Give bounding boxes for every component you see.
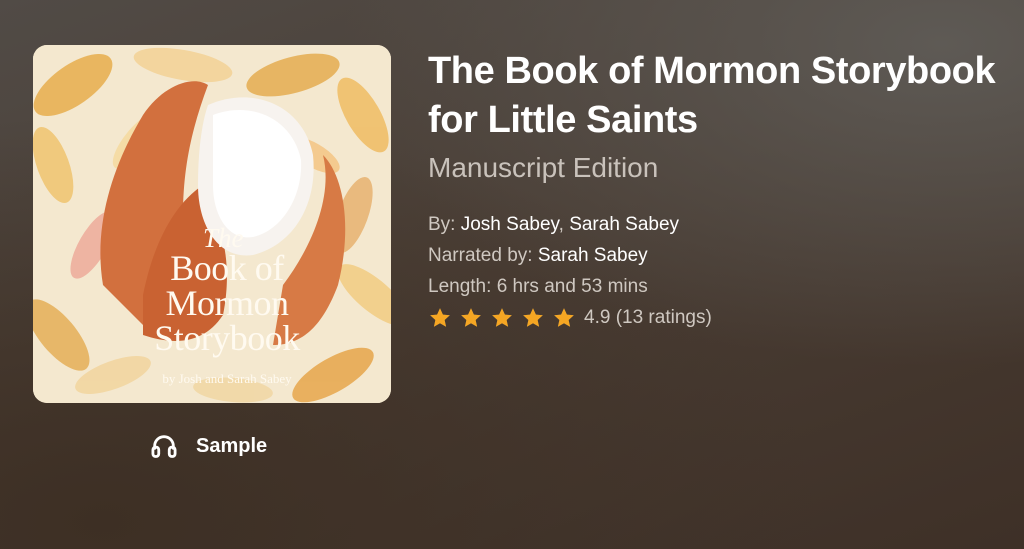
authors-row: By: Josh Sabey, Sarah Sabey bbox=[428, 209, 1018, 240]
rating-row[interactable]: 4.9 (13 ratings) bbox=[428, 302, 1018, 333]
book-info: The Book of Mormon Storybook for Little … bbox=[428, 47, 1018, 333]
headphones-icon bbox=[151, 435, 177, 458]
author-link-1[interactable]: Josh Sabey bbox=[461, 214, 559, 235]
book-meta: By: Josh Sabey, Sarah Sabey Narrated by:… bbox=[428, 209, 1018, 333]
cover-title-line-2: Mormon bbox=[165, 283, 290, 323]
cover-title-line-1: Book of bbox=[170, 248, 284, 288]
narrated-label: Narrated by: bbox=[428, 245, 533, 266]
cover-title-line-3: Storybook bbox=[154, 318, 300, 358]
star-icon bbox=[492, 307, 512, 327]
by-label: By: bbox=[428, 214, 456, 235]
author-separator: , bbox=[558, 214, 564, 235]
cover-authors: by Josh and Sarah Sabey bbox=[162, 371, 292, 386]
narrator-link[interactable]: Sarah Sabey bbox=[538, 245, 648, 266]
author-link-2[interactable]: Sarah Sabey bbox=[569, 214, 679, 235]
book-subtitle: Manuscript Edition bbox=[428, 152, 659, 183]
star-icon bbox=[554, 307, 574, 327]
length-row: Length: 6 hrs and 53 mins bbox=[428, 271, 1018, 302]
rating-stars bbox=[428, 306, 576, 330]
narrator-row: Narrated by: Sarah Sabey bbox=[428, 240, 1018, 271]
length-value: 6 hrs and 53 mins bbox=[496, 276, 648, 297]
sample-label: Sample bbox=[196, 434, 268, 457]
star-icon bbox=[430, 307, 450, 327]
rating-text: 4.9 (13 ratings) bbox=[584, 306, 712, 328]
star-icon bbox=[461, 307, 481, 327]
star-icon bbox=[523, 307, 543, 327]
sample-button[interactable]: Sample bbox=[150, 430, 267, 462]
cover-art: The Book of Mormon Storybook by Josh and… bbox=[33, 45, 391, 403]
book-title: The Book of Mormon Storybook for Little … bbox=[428, 50, 996, 141]
length-label: Length: bbox=[428, 276, 492, 297]
